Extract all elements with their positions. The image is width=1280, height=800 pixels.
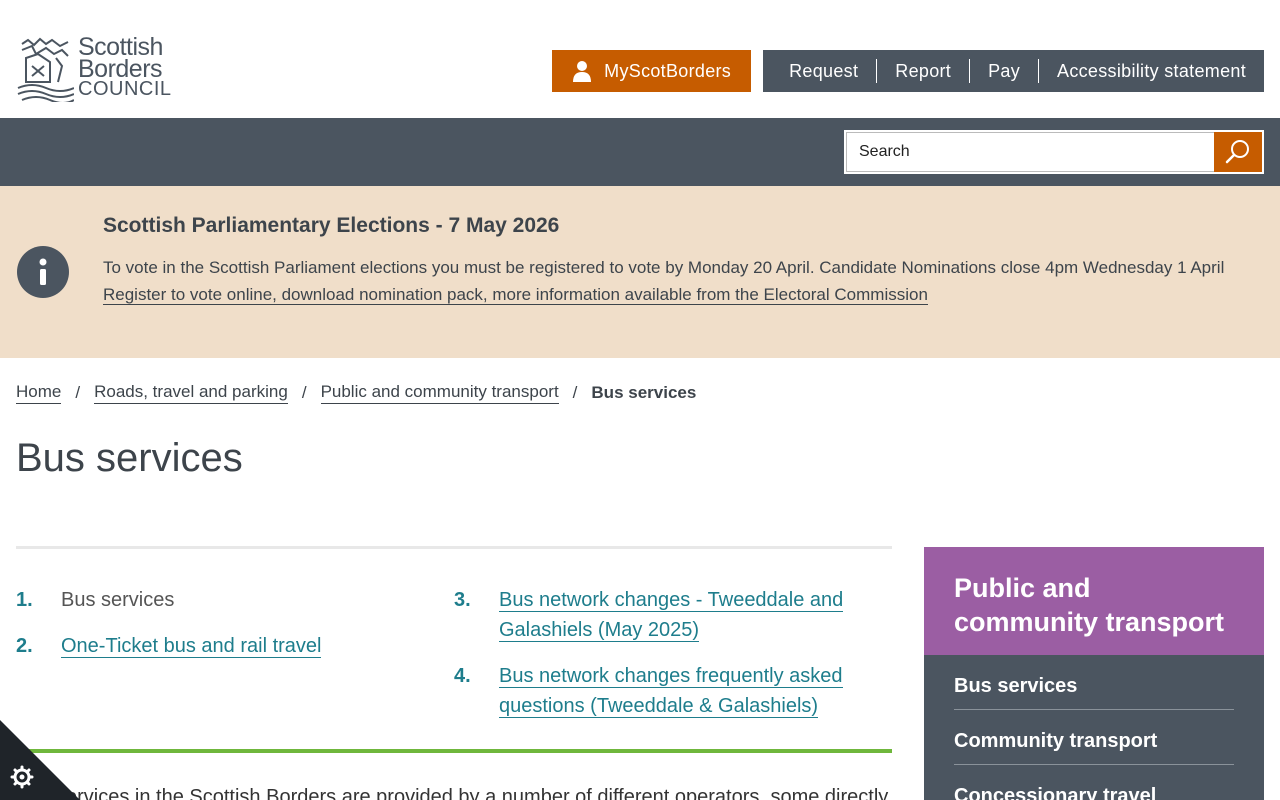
search-strip xyxy=(0,118,1280,186)
contents-number: 4. xyxy=(454,665,471,687)
breadcrumb-public-community-transport[interactable]: Public and community transport xyxy=(320,381,559,404)
info-icon xyxy=(17,246,69,298)
contents-link-network-changes[interactable]: Bus network changes - Tweeddale and Gala… xyxy=(499,589,844,642)
contents-item: 2. One-Ticket bus and rail travel xyxy=(16,631,454,661)
breadcrumb: Home / Roads, travel and parking / Publi… xyxy=(16,381,696,404)
page-title: Bus services xyxy=(16,436,243,480)
nav-accessibility-statement[interactable]: Accessibility statement xyxy=(1039,59,1256,83)
top-navigation: MyScotBorders Request Report Pay Accessi… xyxy=(552,50,1264,92)
alert-link[interactable]: Register to vote online, download nomina… xyxy=(103,285,928,305)
contents-link-one-ticket[interactable]: One-Ticket bus and rail travel xyxy=(61,635,322,658)
page-contents-list: 1. Bus services 2. One-Ticket bus and ra… xyxy=(16,546,892,737)
contents-number: 1. xyxy=(16,589,33,611)
person-icon xyxy=(573,61,592,82)
search-icon xyxy=(1225,140,1249,164)
gear-icon xyxy=(10,765,34,789)
breadcrumb-separator: / xyxy=(75,382,81,402)
contents-link-network-faq[interactable]: Bus network changes frequently asked que… xyxy=(499,665,843,718)
logo-line-3: COUNCIL xyxy=(78,78,172,100)
alert-body: Scottish Parliamentary Elections - 7 May… xyxy=(103,214,1240,308)
section-divider xyxy=(16,749,892,753)
sidebar-item-bus-services[interactable]: Bus services xyxy=(954,655,1234,710)
contents-number: 3. xyxy=(454,589,471,611)
myscotborders-label: MyScotBorders xyxy=(604,60,732,81)
breadcrumb-separator: / xyxy=(301,382,307,402)
intro-paragraph: Bus services in the Scottish Borders are… xyxy=(16,786,889,800)
search-form xyxy=(844,130,1264,174)
site-header: Scottish Borders COUNCIL MyScotBorders R… xyxy=(0,0,1280,118)
cookie-settings-button[interactable] xyxy=(0,720,80,800)
nav-report[interactable]: Report xyxy=(877,59,971,83)
contents-item: 4. Bus network changes frequently asked … xyxy=(454,661,892,721)
contents-current-label: Bus services xyxy=(61,589,175,611)
breadcrumb-roads-travel-parking[interactable]: Roads, travel and parking xyxy=(94,381,288,404)
contents-item: 1. Bus services xyxy=(16,585,454,615)
council-crest-icon xyxy=(17,37,74,102)
sidebar-item-concessionary-travel[interactable]: Concessionary travel xyxy=(954,765,1234,800)
breadcrumb-current: Bus services xyxy=(591,382,697,402)
utility-nav: Request Report Pay Accessibility stateme… xyxy=(763,50,1264,92)
cookie-corner-shape xyxy=(0,720,80,800)
council-logo[interactable]: Scottish Borders COUNCIL xyxy=(16,35,176,104)
alert-text: To vote in the Scottish Parliament elect… xyxy=(103,258,1225,277)
logo-line-2: Borders xyxy=(78,55,163,83)
sidebar-title[interactable]: Public and community transport xyxy=(924,547,1264,655)
myscotborders-button[interactable]: MyScotBorders xyxy=(552,50,752,92)
nav-pay[interactable]: Pay xyxy=(970,59,1040,83)
nav-request[interactable]: Request xyxy=(771,59,878,83)
election-alert-banner: Scottish Parliamentary Elections - 7 May… xyxy=(0,186,1280,358)
breadcrumb-home[interactable]: Home xyxy=(16,381,62,404)
alert-title: Scottish Parliamentary Elections - 7 May… xyxy=(103,214,560,237)
logo-wordmark: Scottish Borders COUNCIL xyxy=(78,35,172,100)
breadcrumb-separator: / xyxy=(572,382,578,402)
sidebar-item-community-transport[interactable]: Community transport xyxy=(954,710,1234,765)
sidebar-nav: Bus services Community transport Concess… xyxy=(924,655,1264,800)
section-sidebar: Public and community transport Bus servi… xyxy=(924,547,1264,800)
search-input[interactable] xyxy=(846,132,1214,172)
contents-number: 2. xyxy=(16,635,33,657)
search-button[interactable] xyxy=(1214,132,1262,172)
contents-item: 3. Bus network changes - Tweeddale and G… xyxy=(454,585,892,645)
